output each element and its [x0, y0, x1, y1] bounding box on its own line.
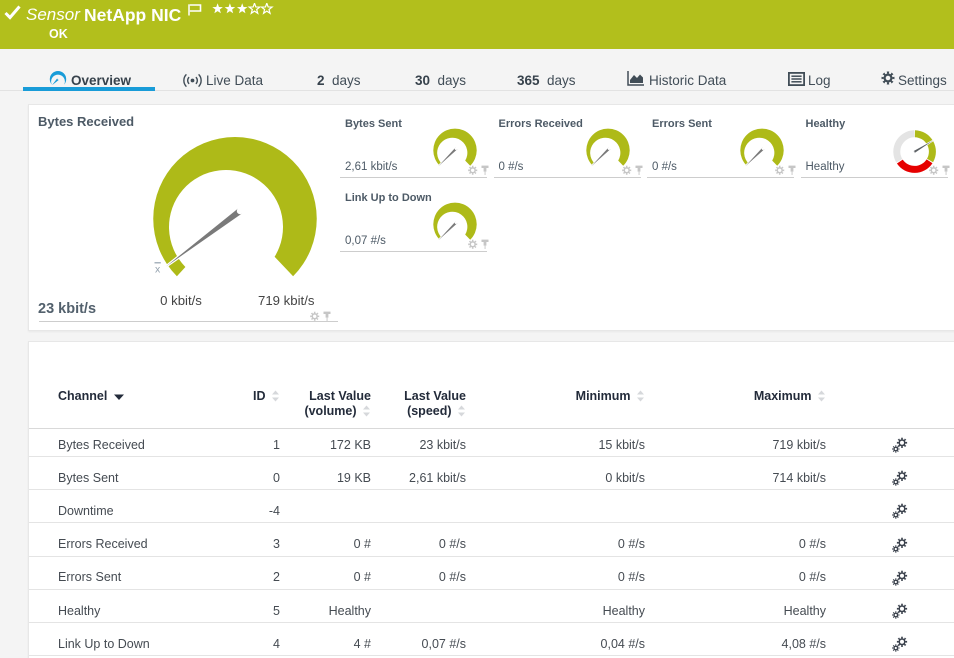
svg-text:x: x: [155, 264, 161, 276]
